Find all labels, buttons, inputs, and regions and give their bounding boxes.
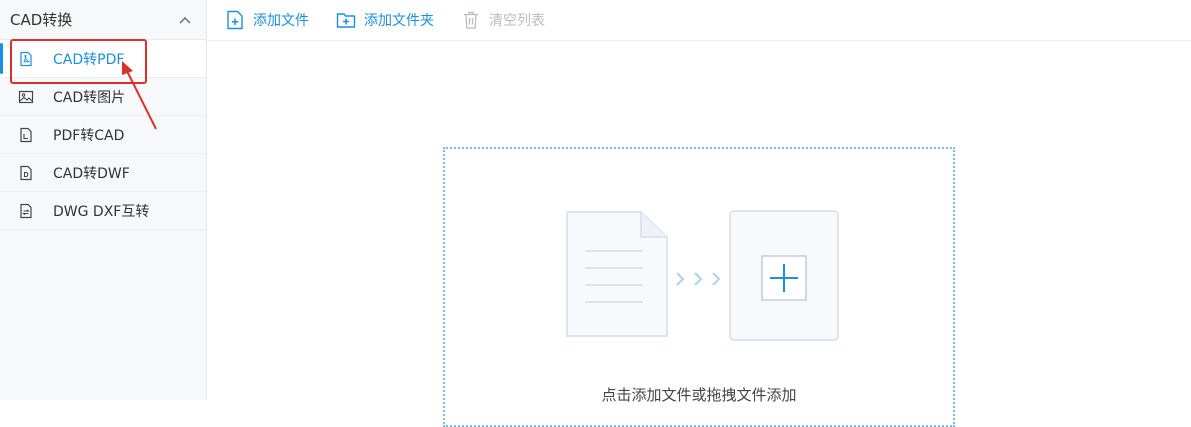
add-box-icon [729, 210, 839, 341]
sidebar: CAD转换 CAD转PDF CAD转图片 PDF转CAD CAD转DWF DWG… [0, 0, 207, 400]
add-file-illustration [566, 210, 839, 341]
clear-list-button[interactable]: 清空列表 [461, 10, 545, 30]
swap-file-icon [18, 203, 34, 219]
sidebar-item-cad-to-pdf[interactable]: CAD转PDF [0, 40, 206, 78]
sidebar-group-header[interactable]: CAD转换 [0, 0, 206, 40]
sidebar-item-dwg-dxf-convert[interactable]: DWG DXF互转 [0, 192, 206, 230]
sidebar-item-label: PDF转CAD [53, 127, 125, 144]
document-icon [566, 211, 668, 337]
sidebar-item-label: CAD转DWF [53, 165, 130, 182]
trash-icon [461, 10, 481, 30]
sidebar-item-pdf-to-cad[interactable]: PDF转CAD [0, 116, 206, 154]
cad-file-icon [18, 127, 34, 143]
clear-list-label: 清空列表 [489, 13, 545, 29]
add-folder-icon [336, 10, 356, 30]
drop-zone-hint: 点击添加文件或拖拽文件添加 [601, 386, 797, 404]
chevron-right-icon [676, 272, 721, 286]
add-file-button[interactable]: 添加文件 [225, 10, 309, 30]
dwf-file-icon [18, 165, 34, 181]
chevron-up-icon[interactable] [178, 13, 192, 27]
sidebar-item-cad-to-image[interactable]: CAD转图片 [0, 78, 206, 116]
add-folder-button[interactable]: 添加文件夹 [336, 10, 434, 30]
sidebar-item-label: DWG DXF互转 [53, 203, 150, 220]
pdf-file-icon [18, 51, 34, 67]
image-icon [18, 89, 34, 105]
sidebar-item-cad-to-dwf[interactable]: CAD转DWF [0, 154, 206, 192]
add-folder-label: 添加文件夹 [364, 13, 434, 29]
add-file-icon [225, 10, 245, 30]
add-file-label: 添加文件 [253, 13, 309, 29]
toolbar: 添加文件 添加文件夹 清空列表 [207, 0, 1191, 41]
sidebar-group-title: CAD转换 [10, 11, 73, 29]
sidebar-item-label: CAD转图片 [53, 89, 126, 106]
sidebar-item-label: CAD转PDF [53, 51, 125, 68]
file-drop-zone[interactable]: 点击添加文件或拖拽文件添加 [443, 147, 955, 427]
